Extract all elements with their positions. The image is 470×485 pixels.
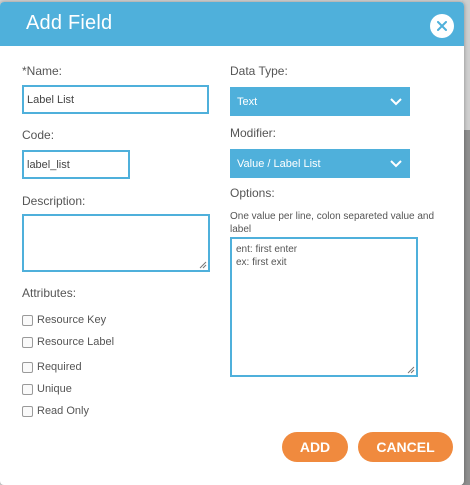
code-label: Code: (22, 128, 55, 142)
data-type-select[interactable]: Text (230, 87, 410, 116)
data-type-label: Data Type: (230, 64, 288, 78)
dialog-header: Add Field (0, 2, 464, 46)
code-input[interactable] (22, 150, 130, 179)
resize-grip-icon[interactable] (407, 366, 415, 374)
checkbox-required[interactable]: Required (22, 361, 82, 373)
checkbox-resource-key[interactable]: Resource Key (22, 314, 106, 326)
checkbox-label: Unique (37, 383, 72, 395)
close-button[interactable] (430, 14, 454, 38)
modifier-value: Value / Label List (237, 157, 321, 170)
options-label: Options: (230, 186, 275, 200)
modifier-label: Modifier: (230, 126, 277, 140)
checkbox-box[interactable] (22, 405, 33, 417)
resize-grip-icon[interactable] (199, 261, 207, 269)
close-icon (437, 21, 447, 31)
checkbox-label: Resource Label (37, 336, 115, 348)
name-label: *Name: (22, 64, 63, 78)
add-button[interactable]: ADD (282, 432, 348, 462)
checkbox-read-only[interactable]: Read Only (22, 405, 89, 417)
options-textarea[interactable] (230, 237, 418, 377)
description-label: Description: (22, 194, 86, 208)
checkbox-box[interactable] (22, 314, 33, 326)
cancel-button[interactable]: CANCEL (358, 432, 453, 462)
options-hint: One value per line, colon separeted valu… (230, 211, 435, 235)
dialog-title: Add Field (26, 12, 113, 34)
checkbox-unique[interactable]: Unique (22, 383, 72, 395)
checkbox-label: Resource Key (37, 314, 107, 326)
add-field-dialog: Add Field *Name: Code: Description: Attr… (0, 2, 464, 485)
checkbox-label: Required (37, 361, 82, 373)
data-type-value: Text (237, 95, 258, 108)
checkbox-box[interactable] (22, 361, 33, 373)
description-textarea[interactable] (22, 214, 210, 272)
checkbox-label: Read Only (37, 405, 89, 417)
chevron-down-icon (390, 97, 402, 105)
chevron-down-icon (390, 159, 402, 167)
name-input[interactable] (22, 85, 209, 114)
modifier-select[interactable]: Value / Label List (230, 149, 410, 178)
checkbox-resource-label[interactable]: Resource Label (22, 336, 114, 348)
checkbox-box[interactable] (22, 383, 33, 395)
checkbox-box[interactable] (22, 336, 33, 348)
attributes-label: Attributes: (22, 286, 77, 300)
